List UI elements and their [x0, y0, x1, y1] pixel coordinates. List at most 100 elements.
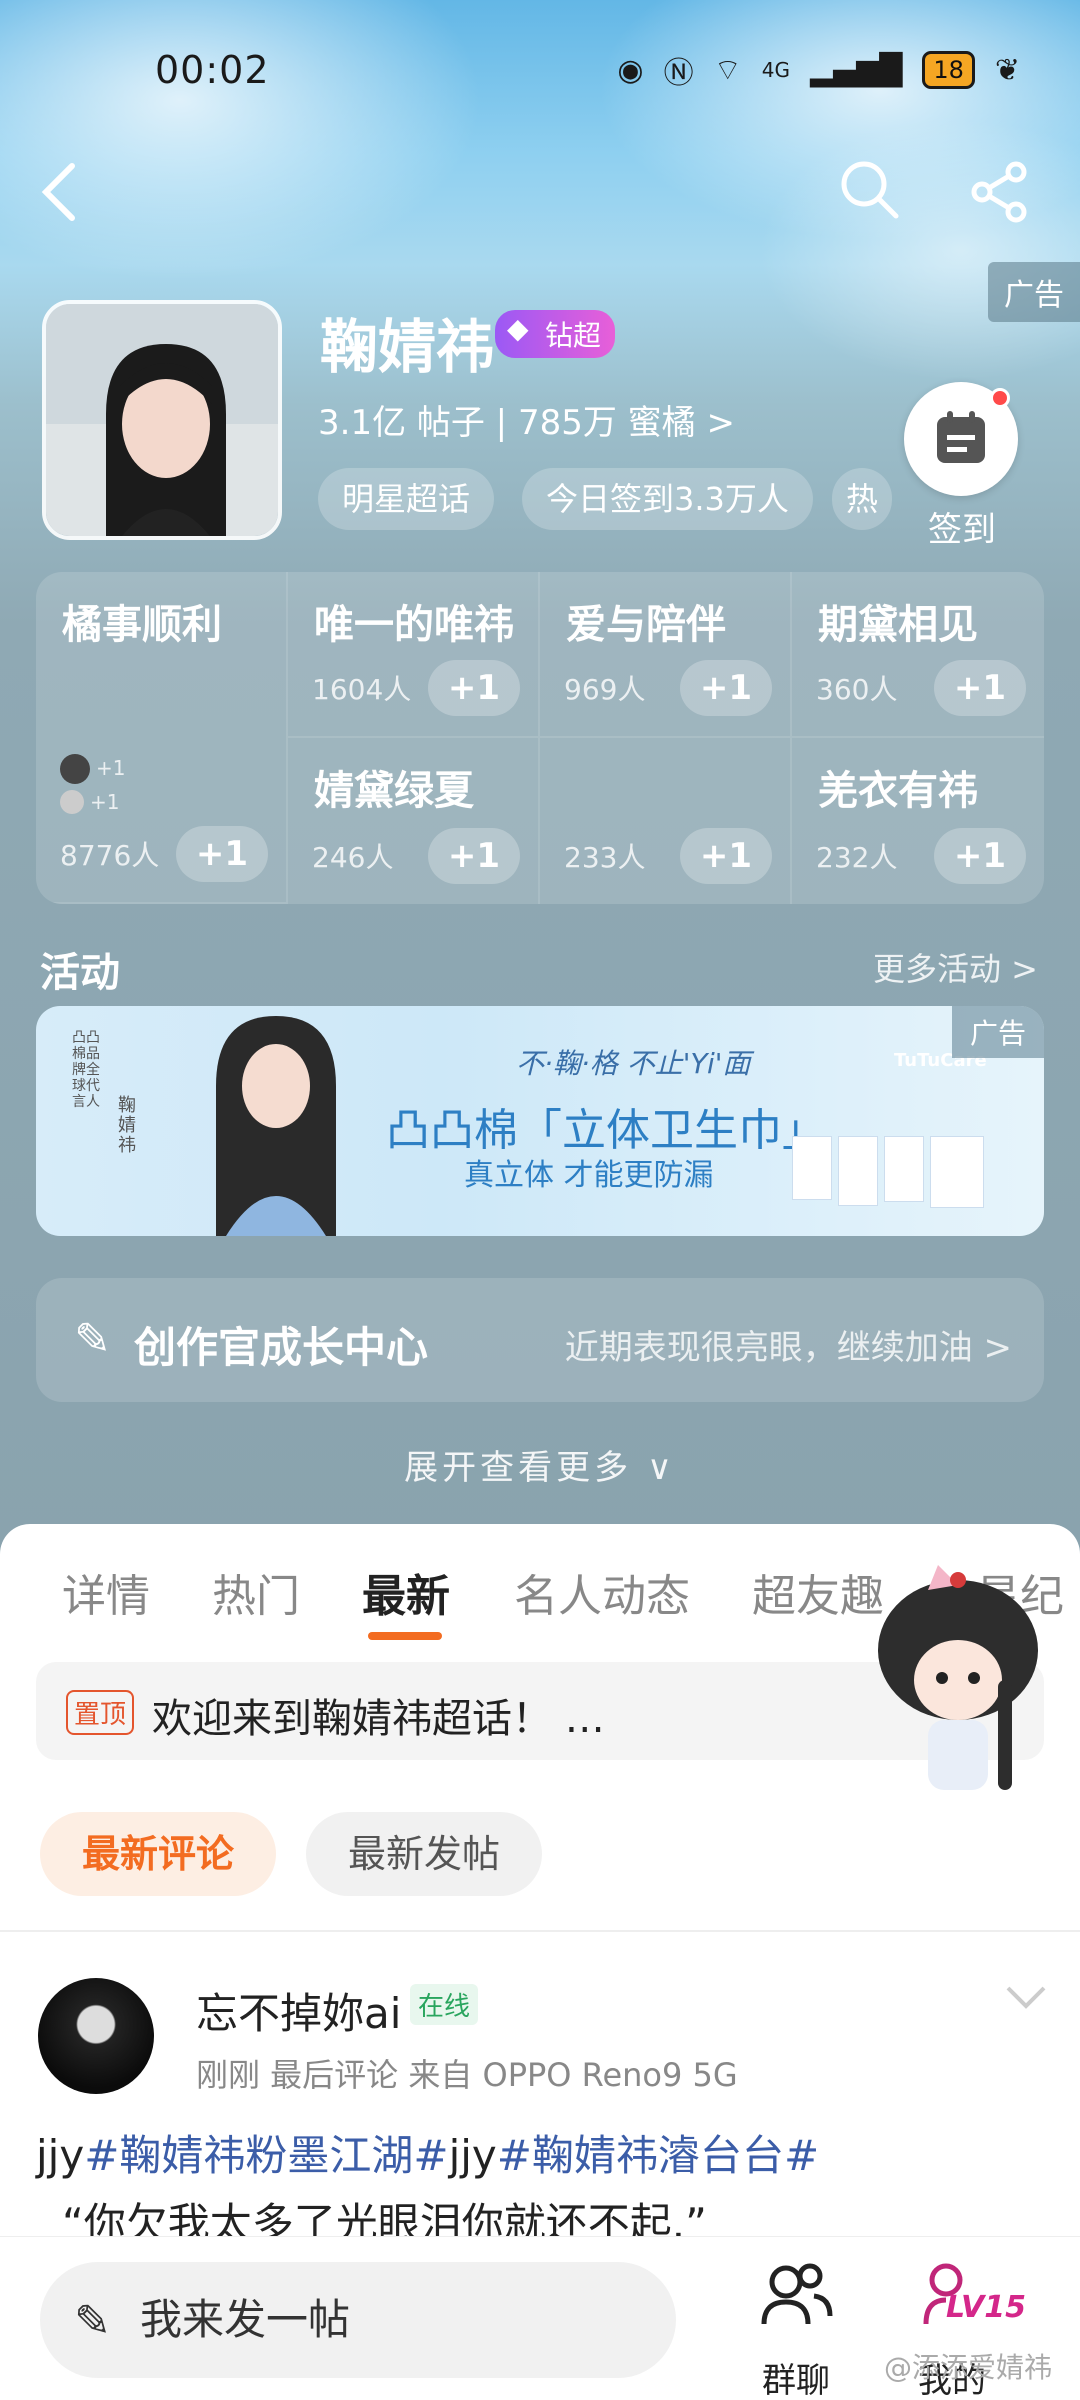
group-count: 232人 — [816, 841, 898, 874]
post-user-avatar[interactable] — [38, 1978, 154, 2094]
mascot-character[interactable] — [858, 1560, 1058, 1810]
filter-latest-posts[interactable]: 最新发帖 — [306, 1812, 543, 1896]
banner-script-text: 不·鞠·格 不止'Yi'面 — [516, 1047, 751, 1080]
group-cell[interactable]: 婧黛绿夏 246人 +1 — [288, 738, 540, 904]
chevron-down-icon[interactable] — [1004, 1984, 1048, 2016]
post-user-name[interactable]: 忘不掉妳ai — [196, 1980, 401, 2041]
pill-star-topic[interactable]: 明星超话 — [318, 468, 495, 530]
group-cell[interactable]: 期黛相见 360人 +1 — [792, 572, 1044, 738]
group-name: 羌衣有祎 — [818, 768, 978, 814]
online-badge: 在线 — [410, 1984, 479, 2025]
diamond-badge-label: 钻超 — [545, 319, 602, 352]
group-plus-button[interactable]: +1 — [176, 826, 268, 882]
diamond-icon: ◆ — [507, 312, 529, 345]
ad-label[interactable]: 广告 — [988, 262, 1080, 322]
group-count: 246人 — [312, 841, 394, 874]
tab-hot[interactable]: 热门 — [212, 1560, 300, 1624]
mini-avatar — [60, 790, 84, 814]
group-cell[interactable]: 羌衣有祎 232人 +1 — [792, 738, 1044, 904]
share-icon[interactable] — [968, 160, 1032, 235]
group-name: 期黛相见 — [818, 602, 978, 648]
tab-latest[interactable]: 最新 — [362, 1560, 450, 1624]
post-text-line-1[interactable]: jjy#鞠婧祎粉墨江湖#jjy#鞠婧祎濬台台# — [36, 2122, 819, 2183]
back-icon[interactable] — [38, 160, 82, 235]
group-cell[interactable]: 233人 +1 — [540, 738, 792, 904]
mini-plus: +1 — [96, 756, 126, 780]
hashtag-link[interactable]: #鞠婧祎濬台台# — [497, 2131, 819, 2180]
creator-desc: 近期表现很亮眼，继续加油 > — [564, 1328, 1012, 1368]
pill-checkin-count[interactable]: 今日签到3.3万人 — [522, 468, 813, 530]
tab-celebrity[interactable]: 名人动态 — [514, 1560, 690, 1624]
group-plus-button[interactable]: +1 — [934, 660, 1026, 716]
group-plus-button[interactable]: +1 — [934, 828, 1026, 884]
pencil-icon: ✎ — [74, 2296, 111, 2347]
network-label: 4G — [761, 58, 791, 82]
expand-more-button[interactable]: 展开查看更多 ∨ — [0, 1440, 1080, 1489]
group-plus-button[interactable]: +1 — [680, 660, 772, 716]
eye-icon: ◉ — [617, 52, 644, 88]
group-count: 360人 — [816, 673, 898, 706]
group-count: 8776人 — [60, 839, 160, 872]
group-count: 969人 — [564, 673, 646, 706]
divider — [0, 1930, 1080, 1932]
group-chat-icon — [756, 2254, 836, 2353]
banner-side-name: 鞠婧祎 — [118, 1095, 136, 1156]
activity-title: 活动 — [40, 950, 120, 996]
banner-brand-line: 凸凸棉「立体卫生巾」 — [386, 1105, 826, 1156]
checkin-notification-dot — [990, 388, 1010, 408]
watermark: @添添爱婧祎 — [883, 2351, 1052, 2384]
activity-banner[interactable]: 凸凸棉品牌全球代言人 鞠婧祎 不·鞠·格 不止'Yi'面 凸凸棉「立体卫生巾」 … — [36, 1006, 1044, 1236]
group-name: 婧黛绿夏 — [314, 768, 474, 814]
group-plus-button[interactable]: +1 — [680, 828, 772, 884]
group-name: 爱与陪伴 — [566, 602, 726, 648]
group-chat-button[interactable]: 群聊 — [756, 2254, 836, 2400]
post-text-part: jjy — [448, 2131, 497, 2180]
topic-stats[interactable]: 3.1亿 帖子 | 785万 蜜橘 > — [318, 395, 735, 444]
product-boxes — [792, 1136, 984, 1208]
battery-indicator: 18 — [922, 51, 975, 89]
group-cell[interactable]: 唯一的唯祎 1604人 +1 — [288, 572, 540, 738]
level-badge: LV15 — [946, 2290, 1026, 2325]
pinned-tag: 置顶 — [66, 1690, 135, 1735]
more-activity-link[interactable]: 更多活动 > — [873, 944, 1038, 990]
checkin-label[interactable]: 签到 — [928, 502, 996, 551]
spokesperson-image — [216, 1016, 336, 1236]
creator-icon: ✎ — [74, 1314, 111, 1365]
post-meta: 刚刚 最后评论 来自 OPPO Reno9 5G — [196, 2056, 738, 2094]
signal-icon: ▂▄▆█ — [810, 52, 903, 88]
calendar-icon — [937, 411, 985, 463]
group-name: 橘事顺利 — [62, 602, 222, 648]
filter-latest-comments[interactable]: 最新评论 — [40, 1812, 277, 1896]
tab-details[interactable]: 详情 — [62, 1560, 150, 1624]
post-text-part: jjy — [36, 2131, 85, 2180]
pinned-text: 欢迎来到鞠婧祎超话！ … — [152, 1696, 605, 1742]
group-grid: 橘事顺利 +1 +1 8776人 +1 唯一的唯祎 1604人 +1 爱与陪伴 … — [36, 572, 1044, 904]
diamond-badge[interactable]: ◆ 钻超 — [495, 310, 616, 358]
leaf-icon: ❦ — [994, 52, 1020, 88]
group-cell[interactable]: 橘事顺利 +1 +1 8776人 +1 — [36, 572, 288, 904]
group-plus-button[interactable]: +1 — [428, 660, 520, 716]
banner-sub-line: 真立体 才能更防漏 — [464, 1158, 714, 1193]
creator-title: 创作官成长中心 — [134, 1323, 429, 1372]
search-icon[interactable] — [838, 158, 902, 233]
topic-avatar[interactable] — [42, 300, 282, 540]
wifi-icon: ⌔ — [713, 53, 742, 88]
mini-avatar — [60, 754, 90, 784]
active-tab-indicator — [368, 1632, 442, 1640]
nfc-icon: Ⓝ — [663, 56, 694, 91]
group-name: 唯一的唯祎 — [314, 602, 514, 648]
banner-side-text: 凸凸棉品牌全球代言人 — [72, 1030, 100, 1110]
topic-name: 鞠婧祎 — [320, 313, 495, 381]
banner-ad-label[interactable]: 广告 — [951, 1006, 1044, 1058]
status-icons: ◉ Ⓝ ⌔ 4G ▂▄▆█ 18 ❦ — [617, 48, 1020, 92]
mini-plus: +1 — [90, 790, 120, 814]
creator-center-card[interactable]: ✎ 创作官成长中心 近期表现很亮眼，继续加油 > — [36, 1278, 1044, 1402]
status-time: 00:02 — [155, 48, 270, 92]
pill-hot[interactable]: 热 — [832, 468, 892, 530]
hashtag-link[interactable]: #鞠婧祎粉墨江湖# — [84, 2131, 448, 2180]
group-count: 233人 — [564, 841, 646, 874]
group-cell[interactable]: 爱与陪伴 969人 +1 — [540, 572, 792, 738]
group-plus-button[interactable]: +1 — [428, 828, 520, 884]
group-chat-label: 群聊 — [762, 2361, 830, 2400]
compose-input[interactable]: 我来发一帖 — [40, 2262, 676, 2378]
